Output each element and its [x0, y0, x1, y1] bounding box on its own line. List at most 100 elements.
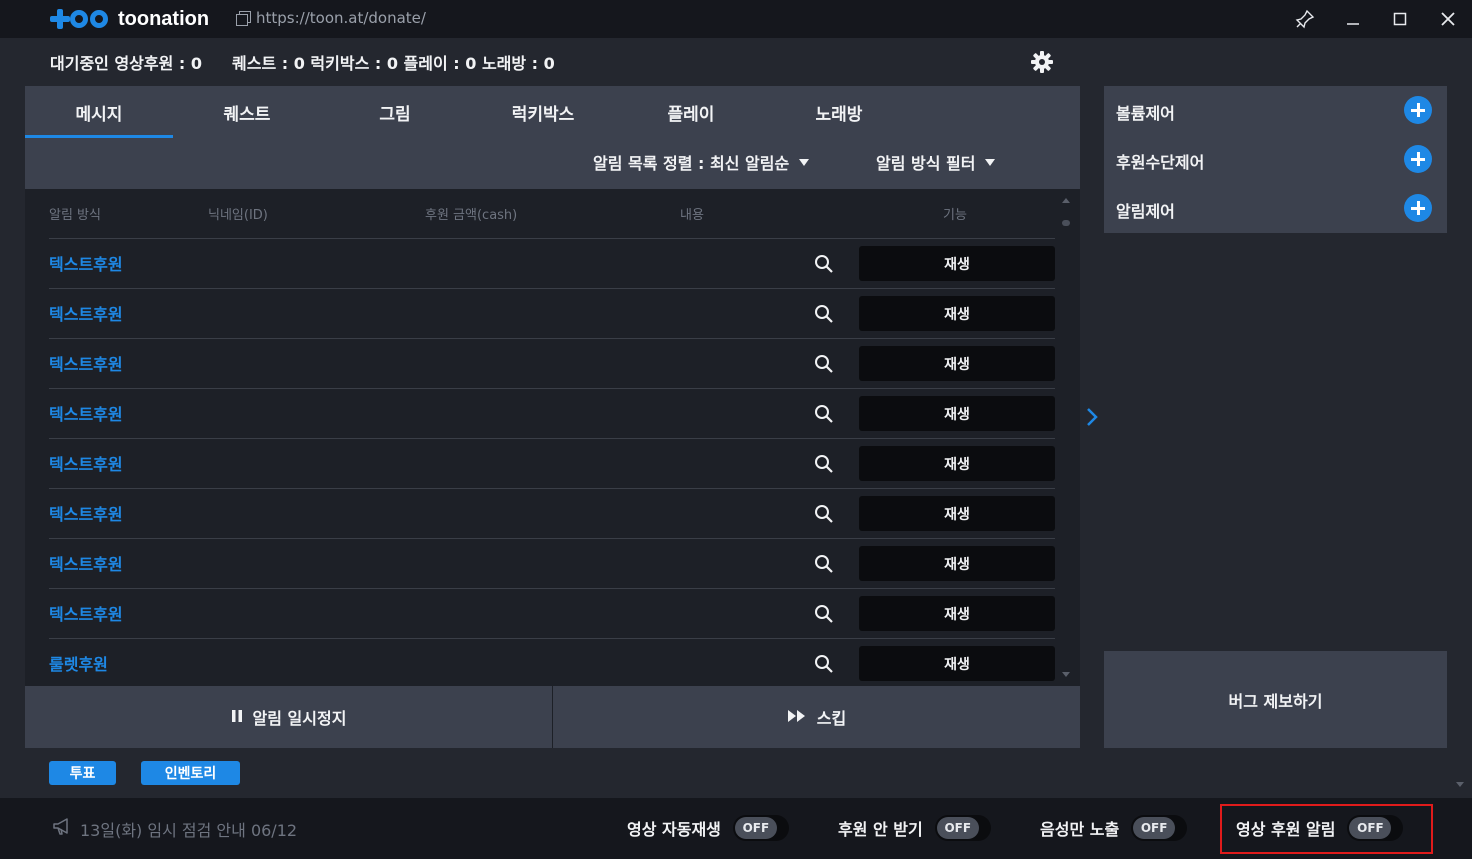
scroll-down-icon[interactable] — [1456, 782, 1464, 787]
column-header-function: 기능 — [943, 208, 967, 223]
title-bar: toonation https://toon.at/donate/ — [0, 0, 1472, 38]
toggle-state: OFF — [936, 817, 979, 839]
block-donation-toggle[interactable]: OFF — [934, 815, 991, 841]
toggle-label: 영상 자동재생 — [627, 820, 721, 839]
volume-control-item[interactable]: 볼륨제어 — [1104, 86, 1447, 135]
table-row: 텍스트후원 재생 — [49, 338, 1055, 388]
pin-icon[interactable] — [1290, 4, 1320, 34]
toggle-label: 후원 안 받기 — [838, 820, 923, 839]
close-icon[interactable] — [1433, 4, 1463, 34]
fast-forward-icon — [787, 708, 807, 727]
alert-type[interactable]: 텍스트후원 — [49, 251, 123, 275]
search-icon[interactable] — [813, 453, 835, 475]
caret-down-icon — [985, 158, 996, 166]
replay-button[interactable]: 재생 — [859, 546, 1055, 581]
replay-button[interactable]: 재생 — [859, 346, 1055, 381]
replay-button[interactable]: 재생 — [859, 396, 1055, 431]
inventory-chip[interactable]: 인벤토리 — [141, 761, 240, 785]
tab-message[interactable]: 메시지 — [25, 86, 173, 138]
column-header-content: 내용 — [680, 208, 704, 223]
copy-icon[interactable] — [236, 11, 251, 26]
alert-type[interactable]: 텍스트후원 — [49, 351, 123, 375]
alert-type[interactable]: 텍스트후원 — [49, 451, 123, 475]
caret-down-icon — [799, 158, 810, 166]
search-icon[interactable] — [813, 303, 835, 325]
replay-button[interactable]: 재생 — [859, 446, 1055, 481]
pause-icon — [231, 708, 243, 727]
search-icon[interactable] — [813, 353, 835, 375]
queue-counts: 퀘스트 : 0 럭키박스 : 0 플레이 : 0 노래방 : 0 — [232, 54, 555, 73]
scroll-down-icon[interactable] — [1062, 672, 1070, 677]
tab-play[interactable]: 플레이 — [617, 86, 765, 138]
replay-button[interactable]: 재생 — [859, 246, 1055, 281]
list-scrollbar[interactable] — [1061, 194, 1071, 684]
bug-report-button[interactable]: 버그 제보하기 — [1104, 651, 1447, 748]
waiting-video-count: 대기중인 영상후원 : 0 — [50, 54, 203, 73]
search-icon[interactable] — [813, 503, 835, 525]
skip-button[interactable]: 스킵 — [553, 686, 1080, 748]
tab-luckybox[interactable]: 럭키박스 — [469, 86, 617, 138]
column-header-type: 알림 방식 — [49, 208, 101, 223]
megaphone-icon — [52, 817, 74, 841]
toggle-state: OFF — [1133, 817, 1176, 839]
notice[interactable]: 13일(화) 임시 점검 안내 06/12 — [52, 817, 297, 841]
toggle-label: 음성만 노출 — [1040, 820, 1120, 839]
auto-play-toggle[interactable]: OFF — [732, 815, 789, 841]
auto-play-toggle-group: 영상 자동재생 OFF — [627, 815, 789, 841]
table-row: 텍스트후원 재생 — [49, 538, 1055, 588]
method-filter-label: 알림 방식 필터 — [876, 154, 976, 173]
plus-icon[interactable] — [1404, 96, 1432, 124]
replay-button[interactable]: 재생 — [859, 496, 1055, 531]
vote-chip[interactable]: 투표 — [49, 761, 116, 785]
replay-button[interactable]: 재생 — [859, 296, 1055, 331]
status-line: 대기중인 영상후원 : 0 퀘스트 : 0 럭키박스 : 0 플레이 : 0 노… — [50, 50, 555, 74]
pause-alerts-button[interactable]: 알림 일시정지 — [25, 686, 552, 748]
donation-method-control-item[interactable]: 후원수단제어 — [1104, 135, 1447, 184]
scroll-up-icon[interactable] — [1062, 198, 1070, 203]
scroll-thumb[interactable] — [1062, 220, 1070, 226]
audio-only-toggle-group: 음성만 노출 OFF — [1040, 815, 1188, 841]
donation-method-control-label: 후원수단제어 — [1116, 153, 1205, 172]
pause-label: 알림 일시정지 — [252, 709, 347, 728]
tab-bar: 메시지 퀘스트 그림 럭키박스 플레이 노래방 알림 목록 정렬 : 최신 알림… — [25, 86, 1080, 189]
alert-type[interactable]: 텍스트후원 — [49, 551, 123, 575]
audio-only-toggle[interactable]: OFF — [1131, 815, 1188, 841]
alert-type[interactable]: 텍스트후원 — [49, 501, 123, 525]
skip-label: 스킵 — [816, 709, 847, 728]
search-icon[interactable] — [813, 603, 835, 625]
replay-button[interactable]: 재생 — [859, 596, 1055, 631]
plus-icon[interactable] — [1404, 194, 1432, 222]
volume-control-label: 볼륨제어 — [1116, 104, 1175, 123]
alert-control-item[interactable]: 알림제어 — [1104, 184, 1447, 233]
search-icon[interactable] — [813, 403, 835, 425]
sort-dropdown[interactable]: 알림 목록 정렬 : 최신 알림순 — [593, 150, 810, 174]
logo-icon — [48, 6, 114, 32]
plus-icon[interactable] — [1404, 145, 1432, 173]
alert-type[interactable]: 텍스트후원 — [49, 301, 123, 325]
tab-quest[interactable]: 퀘스트 — [173, 86, 321, 138]
search-icon[interactable] — [813, 553, 835, 575]
settings-gear-icon[interactable] — [1030, 50, 1054, 74]
alert-type[interactable]: 텍스트후원 — [49, 401, 123, 425]
alert-type[interactable]: 텍스트후원 — [49, 601, 123, 625]
tab-karaoke[interactable]: 노래방 — [765, 86, 913, 138]
url-text: https://toon.at/donate/ — [256, 9, 426, 27]
minimize-icon[interactable] — [1338, 4, 1368, 34]
table-row: 텍스트후원 재생 — [49, 388, 1055, 438]
maximize-icon[interactable] — [1385, 4, 1415, 34]
search-icon[interactable] — [813, 253, 835, 275]
table-row: 텍스트후원 재생 — [49, 588, 1055, 638]
toonation-logo: toonation — [48, 6, 209, 32]
notice-text: 13일(화) 임시 점검 안내 06/12 — [80, 821, 298, 840]
method-filter-dropdown[interactable]: 알림 방식 필터 — [876, 150, 996, 174]
chevron-right-icon[interactable] — [1084, 406, 1100, 428]
column-header-amount: 후원 금액(cash) — [425, 208, 518, 223]
search-icon[interactable] — [813, 653, 835, 675]
table-row: 텍스트후원 재생 — [49, 288, 1055, 338]
tab-drawing[interactable]: 그림 — [321, 86, 469, 138]
url-copy[interactable]: https://toon.at/donate/ — [236, 9, 426, 27]
playback-controls: 알림 일시정지 스킵 — [25, 686, 1080, 748]
sort-label: 알림 목록 정렬 : 최신 알림순 — [593, 154, 790, 173]
replay-button[interactable]: 재생 — [859, 646, 1055, 681]
alert-type[interactable]: 룰렛후원 — [49, 651, 108, 675]
